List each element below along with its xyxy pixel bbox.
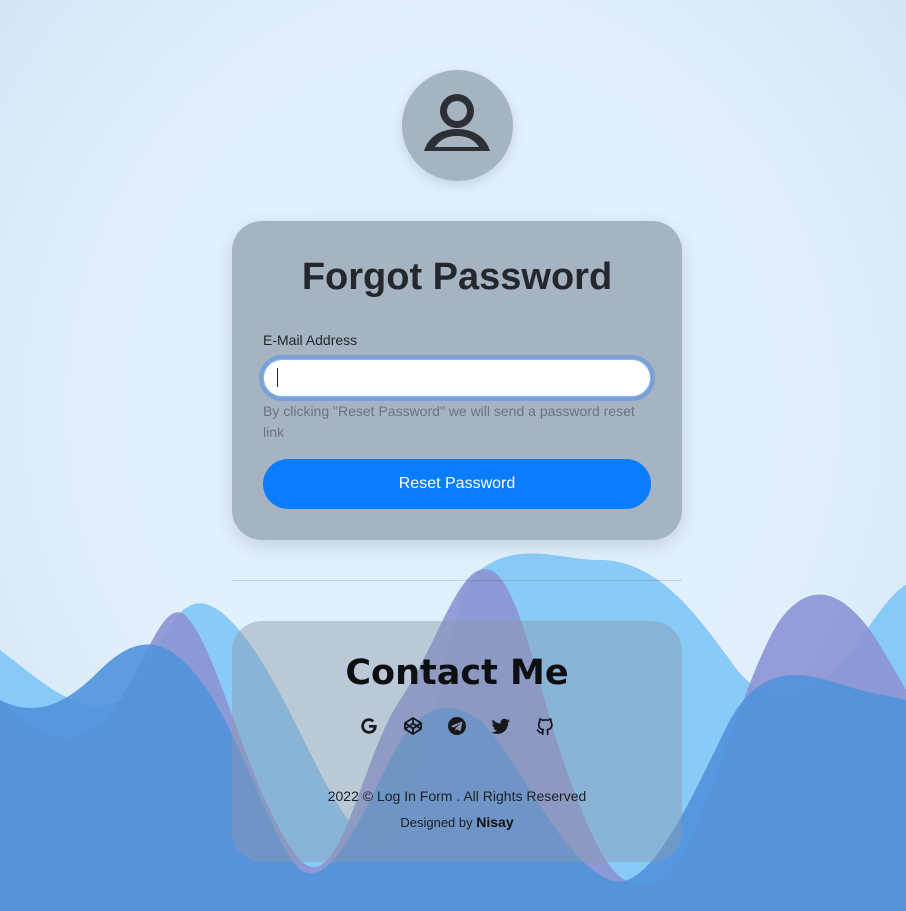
email-input[interactable] (263, 359, 651, 397)
user-icon (424, 94, 490, 151)
telegram-link[interactable] (447, 716, 467, 736)
codepen-icon (404, 717, 422, 735)
github-icon (536, 718, 553, 736)
twitter-link[interactable] (491, 716, 511, 736)
copyright-text: 2022 © Log In Form . All Rights Reserved (327, 788, 587, 804)
designer-name: Nisay (476, 814, 514, 830)
email-label: E-Mail Address (263, 332, 358, 348)
codepen-link[interactable] (403, 716, 423, 736)
telegram-icon (448, 717, 466, 735)
designed-by-prefix: Designed by (400, 815, 473, 830)
reset-hint-text: By clicking "Reset Password" we will sen… (263, 403, 635, 440)
twitter-icon (491, 718, 510, 734)
contact-title: Contact Me (345, 653, 569, 693)
github-link[interactable] (535, 716, 555, 736)
google-icon (361, 718, 377, 734)
page-title: Forgot Password (301, 256, 613, 298)
designed-by: Designed by Nisay (232, 814, 682, 830)
text-caret (277, 368, 278, 387)
reset-password-button[interactable]: Reset Password (263, 459, 651, 509)
user-avatar (402, 70, 513, 181)
forgot-password-card: Forgot Password E-Mail Address By clicki… (232, 221, 682, 540)
google-link[interactable] (359, 716, 379, 736)
contact-card: Contact Me 2022 © Log In Form . All Righ… (232, 621, 682, 862)
divider (232, 580, 682, 581)
social-links (232, 716, 682, 736)
